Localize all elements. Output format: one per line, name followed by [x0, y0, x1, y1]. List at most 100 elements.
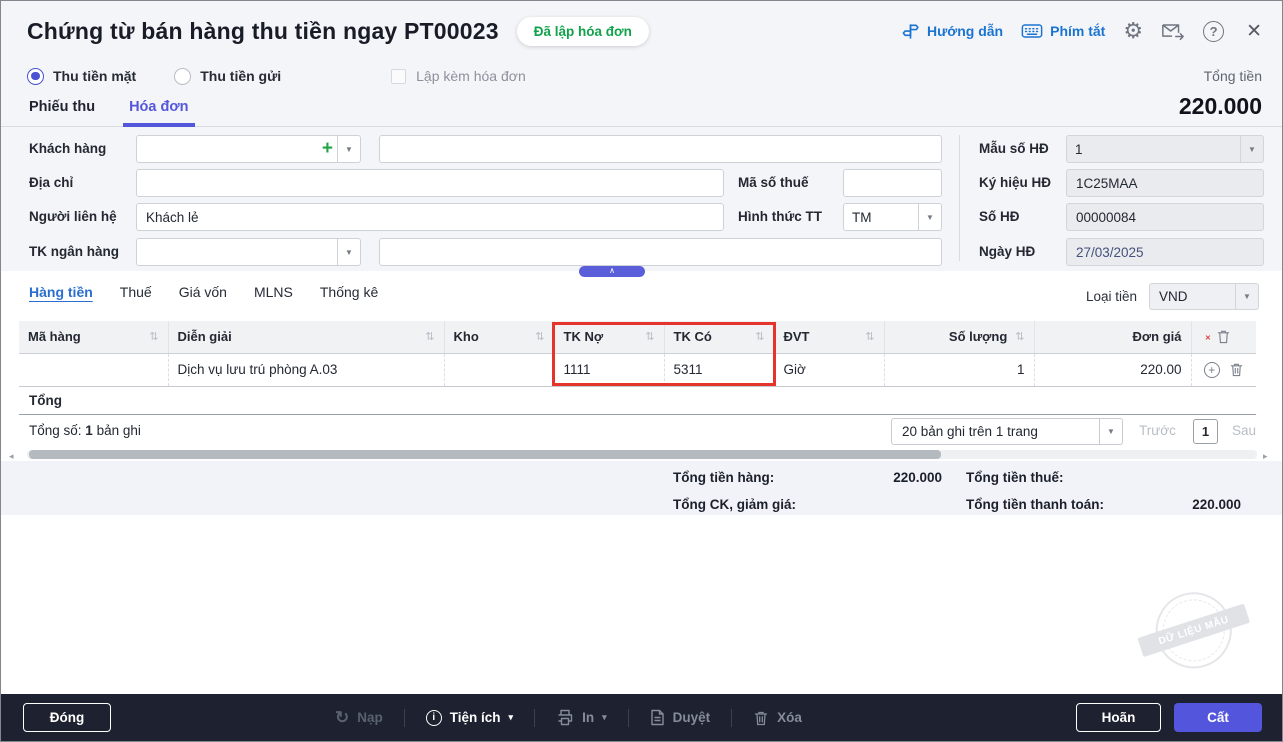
sort-icon[interactable]: ⇅ [1015, 330, 1024, 343]
cell-don-gia[interactable]: 220.00 [1034, 353, 1192, 387]
table-row[interactable]: Dịch vụ lưu trú phòng A.03 1111 5311 Giờ… [19, 353, 1256, 387]
scrollbar-thumb[interactable] [29, 450, 941, 459]
sort-icon[interactable]: ⇅ [149, 330, 158, 343]
col-tk-no[interactable]: TK Nợ ⇅ [554, 321, 665, 354]
save-button[interactable]: Cất [1174, 703, 1262, 732]
refresh-icon: ↻ [335, 708, 350, 727]
cell-dvt[interactable]: Giờ [774, 353, 885, 387]
customer-combobox[interactable]: + ▼ [136, 135, 361, 163]
tab-hang-tien[interactable]: Hàng tiền [29, 284, 93, 300]
cell-ma-hang[interactable] [19, 353, 169, 387]
col-dvt[interactable]: ĐVT ⇅ [774, 321, 885, 354]
customer-value[interactable] [137, 136, 322, 162]
radio-bank-control[interactable] [174, 67, 192, 85]
col-tk-co[interactable]: TK Có ⇅ [664, 321, 775, 354]
shortcuts-link[interactable]: Phím tắt [1021, 23, 1105, 39]
help-icon[interactable]: ? [1203, 20, 1225, 42]
invoice-series-label: Ký hiệu HĐ [979, 175, 1052, 190]
current-page-box[interactable]: 1 [1193, 419, 1218, 444]
tax-code-input[interactable] [843, 169, 942, 197]
bank-detail-input[interactable] [379, 238, 942, 266]
payment-method-select[interactable]: TM ▼ [843, 203, 942, 231]
invoice-number-input[interactable]: 00000084 [1066, 203, 1264, 231]
delete-row-icon[interactable] [1229, 362, 1244, 377]
col-don-gia[interactable]: Đơn giá [1034, 321, 1192, 354]
gear-icon[interactable]: ⚙ [1123, 20, 1143, 42]
sort-icon[interactable]: ⇅ [645, 330, 654, 343]
reload-button[interactable]: ↻ Nạp [335, 709, 383, 726]
col-so-luong[interactable]: Số lượng ⇅ [884, 321, 1035, 354]
collapse-form-button[interactable]: ∧ [579, 266, 645, 277]
cell-kho[interactable] [444, 353, 555, 387]
close-button[interactable]: Đóng [23, 703, 111, 732]
add-customer-icon[interactable]: + [322, 138, 333, 160]
tab-mlns[interactable]: MLNS [254, 284, 293, 300]
with-invoice-checkbox[interactable]: Lập kèm hóa đơn [391, 68, 526, 84]
bank-account-dropdown-button[interactable]: ▼ [337, 239, 360, 265]
customer-name-input[interactable] [379, 135, 942, 163]
guide-label: Hướng dẫn [927, 23, 1004, 39]
col-dien-giai[interactable]: Diễn giải ⇅ [168, 321, 445, 354]
col-label: Số lượng [948, 329, 1008, 345]
chevron-down-icon: ▼ [1107, 427, 1115, 436]
tab-receipt[interactable]: Phiếu thu [29, 99, 95, 126]
customer-dropdown-button[interactable]: ▼ [337, 136, 360, 162]
payment-method-dropdown-button[interactable]: ▼ [918, 204, 941, 230]
send-mail-icon[interactable] [1161, 21, 1185, 41]
invoice-date-input[interactable]: 27/03/2025 [1066, 238, 1264, 266]
footer-separator [534, 708, 536, 727]
sort-icon[interactable]: ⇅ [865, 330, 874, 343]
cell-dien-giai[interactable]: Dịch vụ lưu trú phòng A.03 [168, 353, 445, 387]
close-icon[interactable]: ✕ [1246, 20, 1262, 43]
cell-tk-co[interactable]: 5311 [664, 353, 775, 387]
tab-thong-ke[interactable]: Thống kê [320, 284, 378, 300]
address-input[interactable] [136, 169, 724, 197]
radio-cash[interactable]: Thu tiền mặt [27, 67, 136, 85]
sort-icon[interactable]: ⇅ [755, 330, 764, 343]
tab-thue[interactable]: Thuế [120, 284, 152, 300]
invoice-date-label: Ngày HĐ [979, 244, 1036, 259]
cell-tk-no[interactable]: 1111 [554, 353, 665, 387]
print-button[interactable]: In ▾ [556, 709, 607, 726]
chevron-down-icon: ▼ [926, 212, 934, 222]
with-invoice-checkbox-control[interactable] [391, 68, 407, 84]
col-kho[interactable]: Kho ⇅ [444, 321, 555, 354]
contact-input[interactable]: Khách lẻ [136, 203, 724, 231]
col-ma-hang[interactable]: Mã hàng ⇅ [19, 321, 169, 354]
sort-icon[interactable]: ⇅ [425, 330, 434, 343]
postpone-button[interactable]: Hoãn [1076, 703, 1161, 732]
invoice-template-value: 1 [1075, 141, 1083, 157]
bank-account-combobox[interactable]: ▼ [136, 238, 361, 266]
record-count-value: 1 [85, 423, 93, 438]
tab-invoice[interactable]: Hóa đơn [123, 99, 196, 127]
page-size-dropdown-button[interactable]: ▼ [1099, 419, 1122, 444]
delete-button[interactable]: Xóa [753, 710, 802, 726]
cell-so-luong[interactable]: 1 [884, 353, 1035, 387]
horizontal-scrollbar[interactable] [27, 450, 1257, 459]
delete-all-icon[interactable]: ✕ [1201, 329, 1248, 344]
next-page-button[interactable]: Sau [1232, 423, 1256, 438]
utilities-button[interactable]: i Tiện ích ▾ [425, 709, 513, 726]
tab-gia-von[interactable]: Giá vốn [179, 284, 227, 300]
footer-separator [731, 708, 733, 727]
invoice-template-dropdown-button[interactable]: ▼ [1240, 136, 1263, 162]
page-size-select[interactable]: 20 bản ghi trên 1 trang ▼ [891, 418, 1123, 445]
chevron-down-icon: ▾ [602, 712, 607, 722]
sort-icon[interactable]: ⇅ [535, 330, 544, 343]
total-amount-label: Tổng tiền [1203, 68, 1262, 84]
invoice-template-select[interactable]: 1 ▼ [1066, 135, 1264, 163]
approve-button[interactable]: Duyệt [650, 709, 710, 726]
add-row-icon[interactable]: + [1203, 361, 1220, 378]
currency-select[interactable]: VND ▼ [1149, 283, 1259, 310]
invoice-series-input[interactable]: 1C25MAA [1066, 169, 1264, 197]
radio-cash-control[interactable] [27, 67, 44, 85]
customer-label: Khách hàng [29, 141, 107, 156]
currency-dropdown-button[interactable]: ▼ [1235, 284, 1258, 309]
radio-bank[interactable]: Thu tiền gửi [174, 67, 281, 85]
record-count-prefix: Tổng số: [29, 423, 82, 438]
tabs-row: Phiếu thu Hóa đơn 220.000 [1, 91, 1282, 127]
prev-page-button[interactable]: Trước [1139, 423, 1176, 438]
bank-account-value[interactable] [137, 239, 337, 265]
signpost-icon [901, 22, 920, 41]
guide-link[interactable]: Hướng dẫn [901, 22, 1003, 41]
